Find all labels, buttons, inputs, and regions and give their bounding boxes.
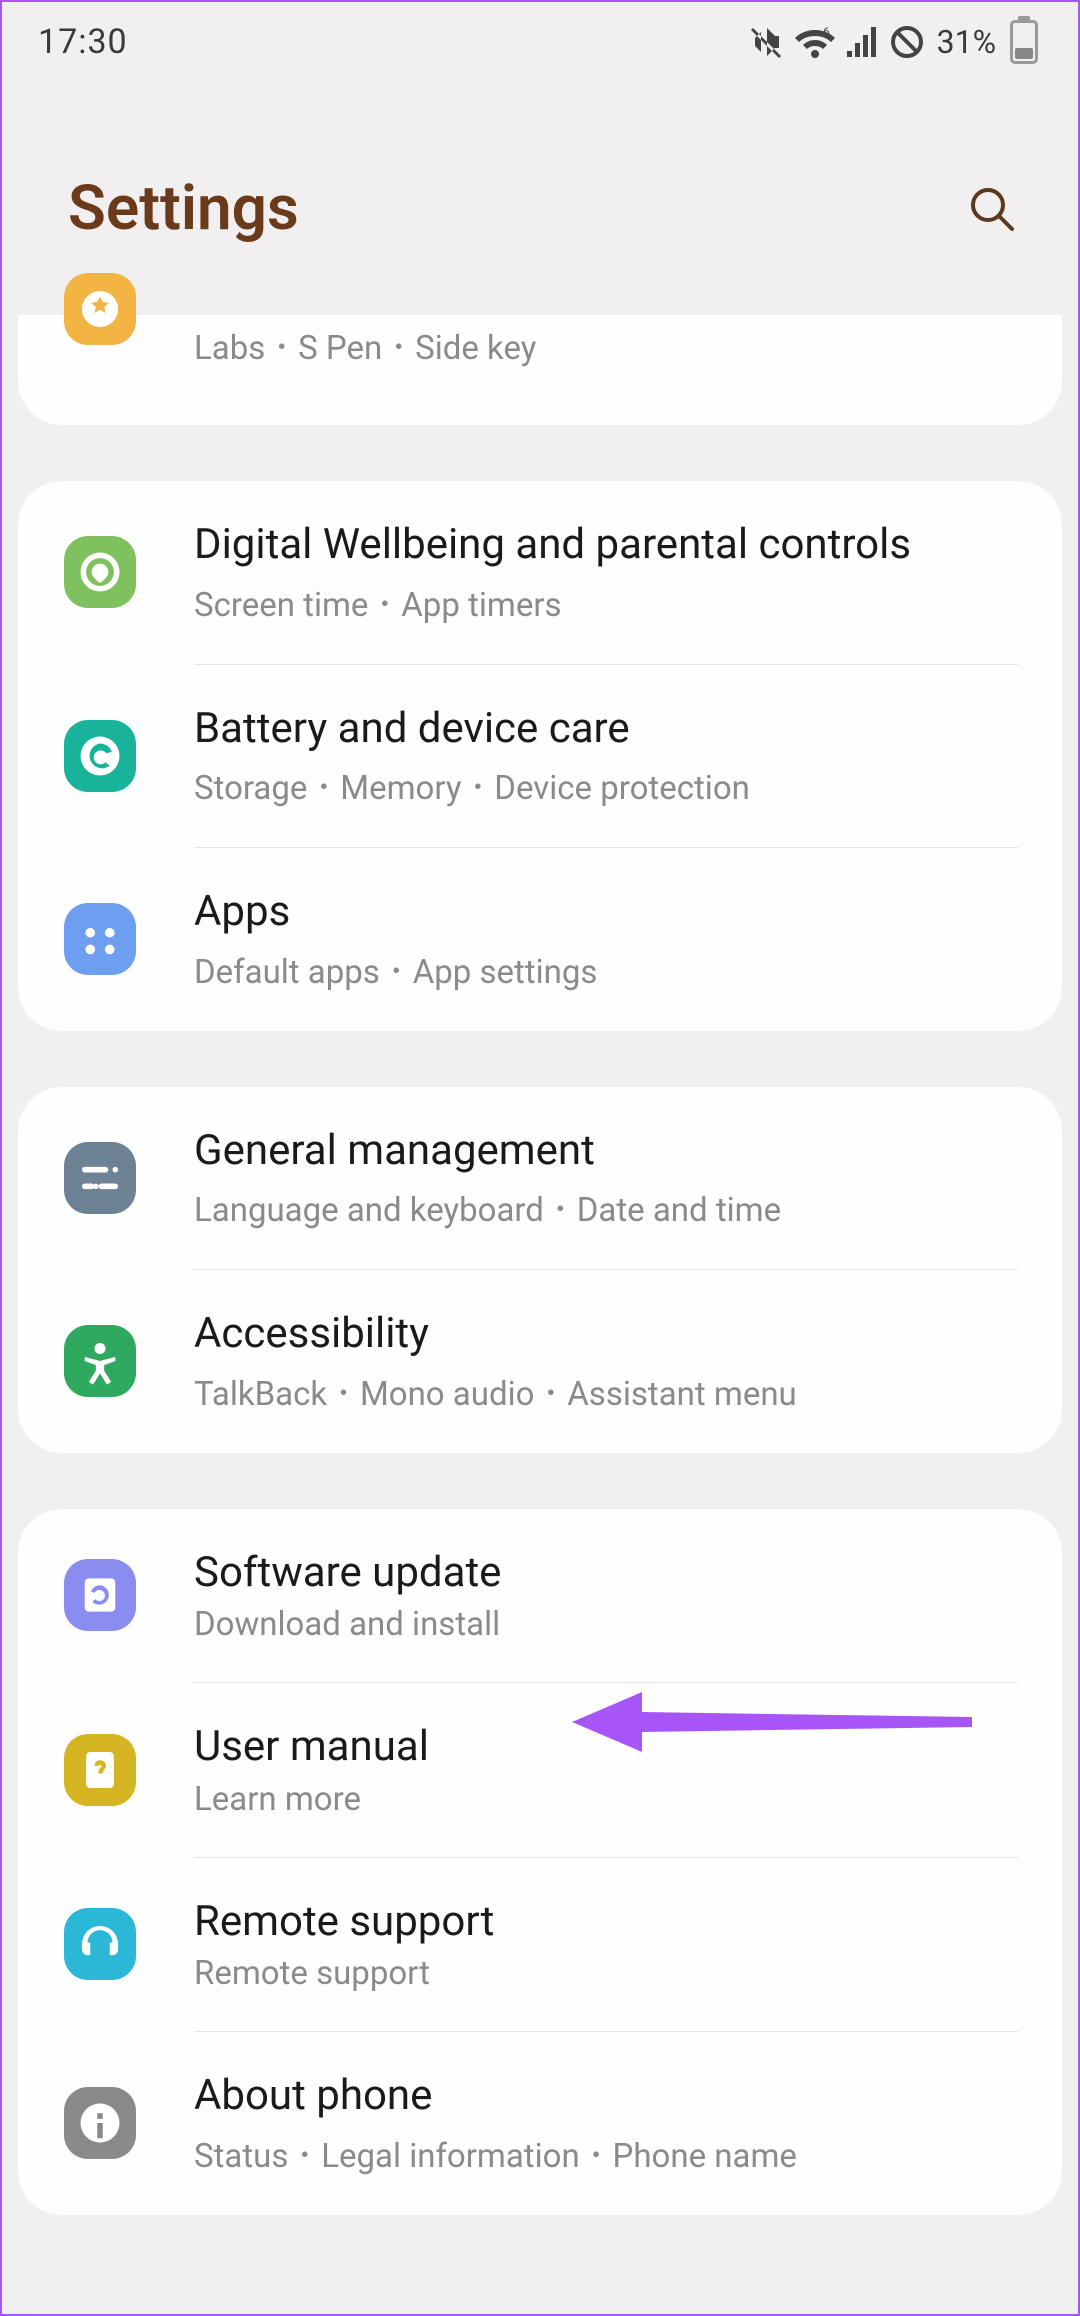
battery-icon [1010,20,1038,64]
row-title: General management [194,1125,1018,1178]
apps-icon [64,903,136,975]
status-time: 17:30 [38,22,128,62]
row-title: User manual [194,1721,1018,1774]
vibrate-mute-icon [749,24,785,60]
search-icon[interactable] [966,183,1018,235]
settings-group: Digital Wellbeing and parental controls S… [18,481,1062,1031]
dnd-icon [889,24,925,60]
row-title: Digital Wellbeing and parental controls [194,519,1018,572]
settings-group: Software update Download and install User … [18,1509,1062,2215]
settings-row-advanced-features[interactable]: Labs ･ S Pen ･ Side key [18,315,1062,425]
status-indicators: 6 31% [749,20,1038,64]
settings-row-device-care[interactable]: Battery and device care Storage ･ Memory … [18,665,1062,848]
page-title: Settings [68,172,299,245]
row-title: Remote support [194,1896,1018,1949]
settings-group: General management Language and keyboard … [18,1087,1062,1453]
status-bar: 17:30 6 31% [2,2,1078,82]
about-phone-icon [64,2087,136,2159]
settings-row-remote-support[interactable]: Remote support Remote support [18,1858,1062,2032]
header: Settings [2,82,1078,315]
row-subtitle: Screen time ･ App timers [194,578,1018,626]
row-title: Accessibility [194,1308,1018,1361]
settings-group: Labs ･ S Pen ･ Side key [18,315,1062,425]
settings-row-accessibility[interactable]: Accessibility TalkBack ･ Mono audio ･ Ass… [18,1270,1062,1453]
accessibility-icon [64,1325,136,1397]
svg-text:6: 6 [823,25,830,39]
software-update-icon [64,1559,136,1631]
row-subtitle: TalkBack ･ Mono audio ･ Assistant menu [194,1367,1018,1415]
row-subtitle: Learn more [194,1780,1018,1819]
settings-row-software-update[interactable]: Software update Download and install [18,1509,1062,1683]
row-title: Battery and device care [194,703,1018,756]
remote-support-icon [64,1908,136,1980]
row-subtitle: Default apps ･ App settings [194,945,1018,993]
user-manual-icon [64,1734,136,1806]
row-subtitle: Download and install [194,1605,1018,1644]
wifi-icon: 6 [795,24,835,60]
settings-row-general-mgmt[interactable]: General management Language and keyboard … [18,1087,1062,1270]
row-subtitle: Remote support [194,1954,1018,1993]
settings-row-apps[interactable]: Apps Default apps ･ App settings [18,848,1062,1031]
row-title: Apps [194,886,1018,939]
settings-row-user-manual[interactable]: User manual Learn more [18,1683,1062,1857]
battery-percentage: 31% [937,23,996,61]
settings-row-about-phone[interactable]: About phone Status ･ Legal information ･ … [18,2032,1062,2215]
row-subtitle: Status ･ Legal information ･ Phone name [194,2129,1018,2177]
row-subtitle: Language and keyboard ･ Date and time [194,1183,1018,1231]
settings-row-wellbeing[interactable]: Digital Wellbeing and parental controls S… [18,481,1062,664]
general-mgmt-icon [64,1142,136,1214]
device-care-icon [64,720,136,792]
signal-icon [845,25,879,59]
advanced-features-icon [64,273,136,345]
row-title: Software update [194,1547,1018,1600]
row-subtitle: Storage ･ Memory ･ Device protection [194,761,1018,809]
wellbeing-icon [64,536,136,608]
row-subtitle: Labs ･ S Pen ･ Side key [194,321,1018,369]
row-title: About phone [194,2070,1018,2123]
